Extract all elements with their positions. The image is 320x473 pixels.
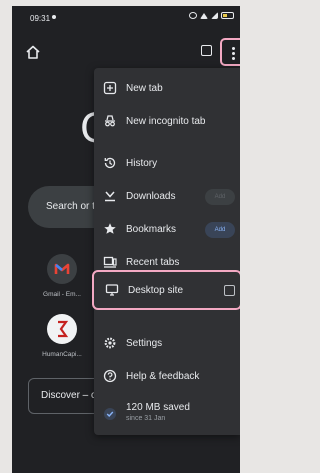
menu-dot xyxy=(232,57,235,60)
menu-item-label: History xyxy=(126,158,158,169)
downloads-add-badge[interactable]: Add xyxy=(205,189,235,205)
three-dot-menu-icon[interactable] xyxy=(220,38,240,66)
alarm-icon xyxy=(189,12,197,19)
menu-dot xyxy=(232,47,235,50)
menu-item-label: Downloads xyxy=(126,191,176,202)
gear-icon xyxy=(104,337,116,349)
battery-icon xyxy=(221,12,234,19)
status-bar: 09:31 xyxy=(12,6,240,28)
status-icons xyxy=(189,12,234,19)
menu-item-label: Bookmarks xyxy=(126,224,177,235)
menu-item-bookmarks[interactable]: Bookmarks Add xyxy=(94,213,240,246)
browser-toolbar xyxy=(12,38,240,68)
menu-item-downloads[interactable]: Downloads Add xyxy=(94,180,240,213)
menu-item-help-feedback[interactable]: Help & feedback xyxy=(94,360,240,393)
help-icon xyxy=(103,369,117,383)
status-time: 09:31 xyxy=(30,14,51,23)
history-icon xyxy=(104,157,116,169)
data-saved-since: since 31 Jan xyxy=(126,415,166,422)
gmail-icon xyxy=(47,254,77,284)
tab-switcher-icon[interactable] xyxy=(201,45,212,56)
menu-dot xyxy=(232,52,235,55)
menu-item-label: Recent tabs xyxy=(126,257,180,268)
menu-item-label: Settings xyxy=(126,338,163,349)
monitor-icon xyxy=(105,284,119,296)
incognito-icon xyxy=(105,115,115,127)
menu-item-history[interactable]: History xyxy=(94,147,240,180)
menu-item-new-tab[interactable]: New tab xyxy=(94,72,240,105)
menu-item-settings[interactable]: Settings xyxy=(94,327,240,360)
star-icon xyxy=(104,223,116,234)
shortcut-label: HumanCapi... xyxy=(42,351,82,358)
data-saved-label: 120 MB saved xyxy=(126,402,190,413)
desktop-site-checkbox[interactable] xyxy=(224,285,235,296)
phone-screen: 09:31 G Search or typ Gmail - Em... xyxy=(12,6,240,473)
shortcut-gmail[interactable]: Gmail - Em... xyxy=(32,254,92,298)
wifi-icon xyxy=(200,12,208,19)
menu-item-data-saved[interactable]: 120 MB saved since 31 Jan xyxy=(94,395,240,431)
notification-dot-icon xyxy=(52,15,56,19)
menu-item-label: Desktop site xyxy=(128,285,184,296)
shortcut-label: Gmail - Em... xyxy=(43,291,81,298)
shortcut-humancapital[interactable]: HumanCapi... xyxy=(32,314,92,358)
menu-item-label: New incognito tab xyxy=(126,116,206,127)
data-saver-icon xyxy=(104,408,116,420)
overflow-menu: New tab New incognito tab History Downlo… xyxy=(92,68,240,435)
recent-tabs-icon xyxy=(103,256,117,268)
menu-item-label: New tab xyxy=(126,83,163,94)
menu-item-label: Help & feedback xyxy=(126,371,200,382)
home-icon[interactable] xyxy=(24,43,42,61)
menu-item-new-incognito-tab[interactable]: New incognito tab xyxy=(94,105,240,138)
signal-icon xyxy=(211,12,218,19)
bookmarks-add-badge[interactable]: Add xyxy=(205,222,235,238)
site-favicon-icon xyxy=(47,314,77,344)
menu-item-desktop-site[interactable]: Desktop site xyxy=(92,270,240,310)
download-icon xyxy=(105,191,115,202)
new-tab-icon xyxy=(103,81,117,95)
